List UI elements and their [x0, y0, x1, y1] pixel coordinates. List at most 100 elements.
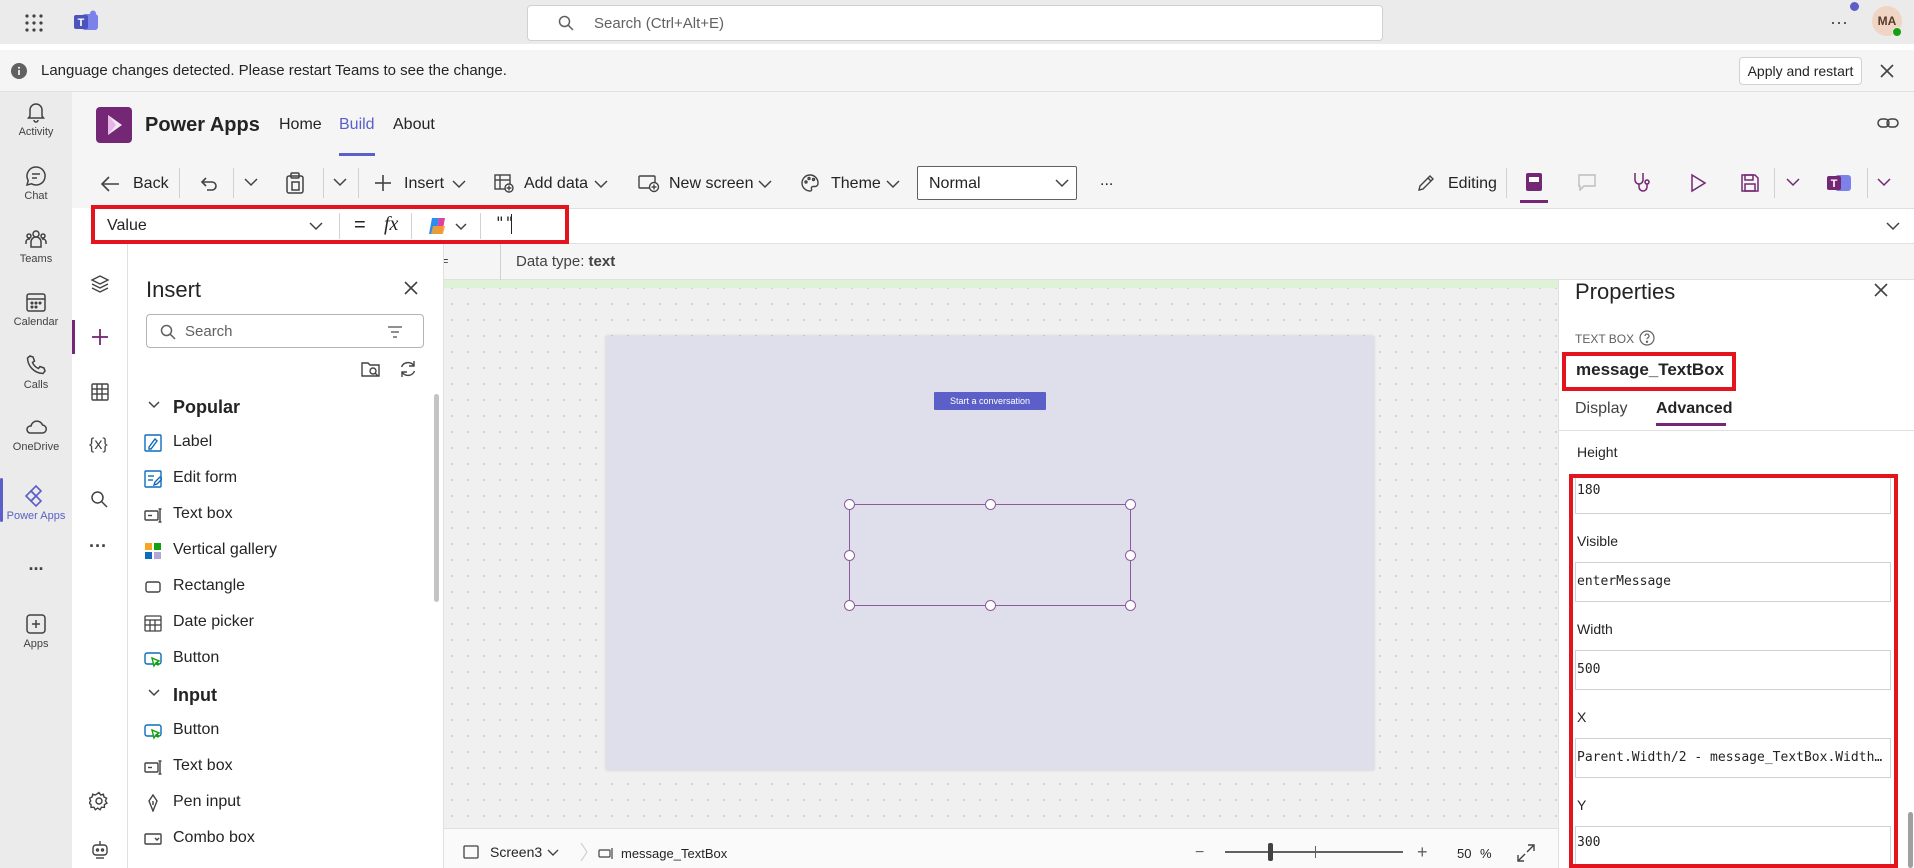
control-breadcrumb[interactable]: message_TextBox [598, 845, 738, 863]
link-icon[interactable] [1877, 115, 1899, 131]
notification-dot [1850, 2, 1859, 11]
more-tools-icon[interactable]: ··· [89, 536, 107, 557]
nav-build[interactable]: Build [339, 116, 375, 134]
data-table-icon[interactable] [90, 382, 110, 402]
paste-icon[interactable] [285, 172, 305, 194]
new-screen-button[interactable]: New screen [638, 172, 773, 196]
rail-item-label: OneDrive [12, 441, 60, 453]
close-icon[interactable] [404, 281, 418, 295]
undo-icon[interactable] [198, 173, 218, 193]
chevron-down-icon[interactable] [244, 178, 258, 187]
chevron-down-icon [886, 180, 900, 189]
rail-more-apps[interactable]: ... [0, 554, 72, 575]
resize-handle[interactable] [985, 499, 996, 510]
resize-handle[interactable] [985, 600, 996, 611]
fit-to-window-icon[interactable] [1517, 844, 1535, 862]
insert-pane-scrollbar[interactable] [434, 394, 439, 602]
search-placeholder: Search (Ctrl+Alt+E) [594, 15, 725, 32]
close-icon[interactable] [1874, 283, 1888, 297]
mode-select[interactable]: Normal [917, 166, 1077, 200]
nav-about[interactable]: About [393, 116, 435, 134]
start-conversation-button[interactable]: Start a conversation [934, 392, 1046, 410]
rail-item-onedrive[interactable]: OneDrive [0, 415, 72, 453]
plus-icon [375, 175, 391, 191]
play-preview-icon[interactable] [1689, 173, 1707, 193]
breadcrumb-separator-icon [580, 842, 588, 862]
editing-button[interactable]: Editing [1416, 172, 1531, 196]
chevron-down-icon[interactable] [1877, 178, 1891, 187]
rail-item-power-apps[interactable]: Power Apps [0, 484, 72, 522]
control-name: message_TextBox [621, 846, 728, 861]
chevron-down-icon[interactable] [333, 178, 347, 187]
formula-divider [500, 244, 501, 280]
apply-and-restart-button[interactable]: Apply and restart [1739, 57, 1862, 85]
zoom-out-button[interactable]: − [1195, 844, 1204, 862]
rail-item-label: Calls [23, 379, 49, 391]
variables-icon[interactable]: {x} [89, 436, 108, 454]
search-icon[interactable] [90, 490, 108, 508]
settings-gear-icon[interactable] [89, 791, 109, 811]
tree-view-icon[interactable] [90, 274, 110, 294]
rail-item-activity[interactable]: Activity [0, 100, 72, 138]
toolbar-divider [1506, 168, 1507, 198]
theme-button[interactable]: Theme [800, 172, 905, 196]
virtual-agent-icon[interactable] [91, 840, 109, 860]
chevron-down-icon [452, 180, 466, 189]
svg-text:T: T [1831, 178, 1838, 190]
add-data-button[interactable]: Add data [494, 172, 614, 196]
chevron-down-icon[interactable] [1786, 178, 1800, 187]
app-launcher-icon[interactable] [24, 13, 44, 33]
rail-item-calendar[interactable]: Calendar [0, 290, 72, 328]
open-folder-icon[interactable] [361, 360, 381, 378]
selected-text-box[interactable] [849, 504, 1131, 606]
insert-search-input[interactable]: Search [146, 314, 424, 348]
tab-display[interactable]: Display [1575, 400, 1627, 418]
notes-icon[interactable] [1524, 172, 1544, 192]
rail-item-calls[interactable]: Calls [0, 353, 72, 391]
teams-logo-icon: T [73, 10, 99, 34]
insert-plus-icon[interactable] [91, 328, 109, 346]
teams-search-input[interactable]: Search (Ctrl+Alt+E) [527, 5, 1383, 41]
theme-label: Theme [831, 175, 881, 192]
editing-label: Editing [1448, 175, 1497, 192]
close-icon[interactable] [1880, 64, 1894, 78]
properties-scrollbar[interactable] [1908, 812, 1913, 868]
insert-button[interactable]: Insert [374, 172, 469, 196]
publish-to-teams-icon[interactable]: T [1826, 171, 1852, 195]
insert-item-text: Pen input [173, 793, 241, 810]
button-icon [144, 724, 162, 740]
rail-item-teams[interactable]: Teams [0, 227, 72, 265]
insert-item-text: Text box [173, 505, 233, 522]
properties-title: Properties [1575, 279, 1676, 304]
more-options-icon[interactable]: ··· [1830, 12, 1848, 33]
zoom-slider-thumb[interactable] [1267, 843, 1273, 861]
nav-home[interactable]: Home [279, 116, 322, 134]
resize-handle[interactable] [1125, 499, 1136, 510]
rail-item-chat[interactable]: Chat [0, 164, 72, 202]
resize-handle[interactable] [844, 499, 855, 510]
screen-selector[interactable]: Screen3 [463, 843, 563, 863]
refresh-icon[interactable] [398, 359, 418, 379]
zoom-slider[interactable] [1225, 851, 1403, 853]
resize-handle[interactable] [844, 550, 855, 561]
info-icon [11, 63, 27, 79]
resize-handle[interactable] [1125, 550, 1136, 561]
app-title: Power Apps [145, 114, 260, 136]
zoom-in-button[interactable]: + [1417, 842, 1428, 863]
new-screen-icon [638, 175, 660, 193]
comments-icon[interactable] [1577, 173, 1597, 191]
more-commands-button[interactable]: ... [1100, 172, 1113, 190]
resize-handle[interactable] [844, 600, 855, 611]
help-icon[interactable] [1639, 330, 1655, 346]
power-apps-logo-icon [96, 107, 132, 143]
resize-handle[interactable] [1125, 600, 1136, 611]
expand-formula-icon[interactable] [1886, 222, 1900, 231]
filter-icon[interactable] [387, 326, 403, 338]
save-icon[interactable] [1740, 173, 1760, 193]
tab-advanced[interactable]: Advanced [1656, 400, 1732, 418]
app-checker-icon[interactable] [1631, 171, 1651, 193]
rail-item-apps[interactable]: Apps [0, 612, 72, 650]
back-button[interactable]: Back [100, 172, 170, 196]
rectangle-icon [145, 581, 161, 593]
chevron-down-icon [594, 180, 608, 189]
